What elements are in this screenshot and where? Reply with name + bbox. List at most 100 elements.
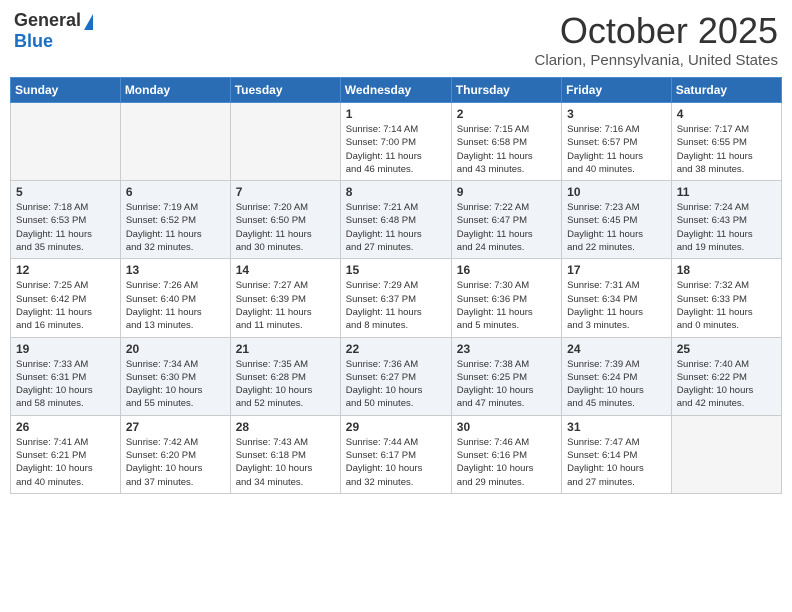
page-header: General Blue October 2025 Clarion, Penns… bbox=[10, 10, 782, 69]
calendar-day: 14 Sunrise: 7:27 AMSunset: 6:39 PMDayligh… bbox=[230, 259, 340, 337]
calendar-day bbox=[230, 103, 340, 181]
weekday-header-wednesday: Wednesday bbox=[340, 78, 451, 103]
day-number: 9 bbox=[457, 185, 556, 199]
day-info: Sunrise: 7:18 AMSunset: 6:53 PMDaylight:… bbox=[16, 201, 115, 254]
calendar-day: 3 Sunrise: 7:16 AMSunset: 6:57 PMDaylight… bbox=[562, 103, 672, 181]
calendar-day bbox=[11, 103, 121, 181]
day-number: 26 bbox=[16, 420, 115, 434]
calendar-day: 27 Sunrise: 7:42 AMSunset: 6:20 PMDayligh… bbox=[120, 415, 230, 493]
calendar-day: 12 Sunrise: 7:25 AMSunset: 6:42 PMDayligh… bbox=[11, 259, 121, 337]
calendar-day: 7 Sunrise: 7:20 AMSunset: 6:50 PMDaylight… bbox=[230, 181, 340, 259]
weekday-header-thursday: Thursday bbox=[451, 78, 561, 103]
day-info: Sunrise: 7:47 AMSunset: 6:14 PMDaylight:… bbox=[567, 436, 666, 489]
day-number: 13 bbox=[126, 263, 225, 277]
day-info: Sunrise: 7:36 AMSunset: 6:27 PMDaylight:… bbox=[346, 358, 446, 411]
calendar-day: 24 Sunrise: 7:39 AMSunset: 6:24 PMDayligh… bbox=[562, 337, 672, 415]
day-info: Sunrise: 7:32 AMSunset: 6:33 PMDaylight:… bbox=[677, 279, 776, 332]
calendar-table: SundayMondayTuesdayWednesdayThursdayFrid… bbox=[10, 77, 782, 494]
day-number: 22 bbox=[346, 342, 446, 356]
day-number: 27 bbox=[126, 420, 225, 434]
calendar-day: 29Sunrise: 7:44 AMSunset: 6:17 PMDayligh… bbox=[340, 415, 451, 493]
day-number: 1 bbox=[346, 107, 446, 121]
calendar-day: 16Sunrise: 7:30 AMSunset: 6:36 PMDayligh… bbox=[451, 259, 561, 337]
day-number: 5 bbox=[16, 185, 115, 199]
day-number: 19 bbox=[16, 342, 115, 356]
day-number: 10 bbox=[567, 185, 666, 199]
day-info: Sunrise: 7:22 AMSunset: 6:47 PMDaylight:… bbox=[457, 201, 556, 254]
calendar-day: 2 Sunrise: 7:15 AMSunset: 6:58 PMDaylight… bbox=[451, 103, 561, 181]
day-number: 21 bbox=[236, 342, 335, 356]
day-info: Sunrise: 7:20 AMSunset: 6:50 PMDaylight:… bbox=[236, 201, 335, 254]
day-info: Sunrise: 7:19 AMSunset: 6:52 PMDaylight:… bbox=[126, 201, 225, 254]
calendar-day: 5 Sunrise: 7:18 AMSunset: 6:53 PMDaylight… bbox=[11, 181, 121, 259]
calendar-day: 18 Sunrise: 7:32 AMSunset: 6:33 PMDayligh… bbox=[671, 259, 781, 337]
weekday-header-row: SundayMondayTuesdayWednesdayThursdayFrid… bbox=[11, 78, 782, 103]
day-info: Sunrise: 7:42 AMSunset: 6:20 PMDaylight:… bbox=[126, 436, 225, 489]
weekday-header-friday: Friday bbox=[562, 78, 672, 103]
day-number: 14 bbox=[236, 263, 335, 277]
day-number: 7 bbox=[236, 185, 335, 199]
day-number: 15 bbox=[346, 263, 446, 277]
day-info: Sunrise: 7:24 AMSunset: 6:43 PMDaylight:… bbox=[677, 201, 776, 254]
calendar-day: 21 Sunrise: 7:35 AMSunset: 6:28 PMDayligh… bbox=[230, 337, 340, 415]
day-number: 3 bbox=[567, 107, 666, 121]
weekday-header-tuesday: Tuesday bbox=[230, 78, 340, 103]
day-info: Sunrise: 7:46 AMSunset: 6:16 PMDaylight:… bbox=[457, 436, 556, 489]
weekday-header-saturday: Saturday bbox=[671, 78, 781, 103]
day-number: 23 bbox=[457, 342, 556, 356]
calendar-day bbox=[120, 103, 230, 181]
day-number: 25 bbox=[677, 342, 776, 356]
calendar-day: 26Sunrise: 7:41 AMSunset: 6:21 PMDayligh… bbox=[11, 415, 121, 493]
day-number: 17 bbox=[567, 263, 666, 277]
day-number: 20 bbox=[126, 342, 225, 356]
day-info: Sunrise: 7:27 AMSunset: 6:39 PMDaylight:… bbox=[236, 279, 335, 332]
calendar-day: 15 Sunrise: 7:29 AMSunset: 6:37 PMDayligh… bbox=[340, 259, 451, 337]
day-number: 30 bbox=[457, 420, 556, 434]
logo: General Blue bbox=[14, 10, 93, 52]
calendar-day: 19 Sunrise: 7:33 AMSunset: 6:31 PMDayligh… bbox=[11, 337, 121, 415]
day-info: Sunrise: 7:31 AMSunset: 6:34 PMDaylight:… bbox=[567, 279, 666, 332]
calendar-day: 9 Sunrise: 7:22 AMSunset: 6:47 PMDaylight… bbox=[451, 181, 561, 259]
calendar-week-5: 26Sunrise: 7:41 AMSunset: 6:21 PMDayligh… bbox=[11, 415, 782, 493]
day-info: Sunrise: 7:17 AMSunset: 6:55 PMDaylight:… bbox=[677, 123, 776, 176]
calendar-day: 6 Sunrise: 7:19 AMSunset: 6:52 PMDaylight… bbox=[120, 181, 230, 259]
day-info: Sunrise: 7:34 AMSunset: 6:30 PMDaylight:… bbox=[126, 358, 225, 411]
day-number: 24 bbox=[567, 342, 666, 356]
day-info: Sunrise: 7:40 AMSunset: 6:22 PMDaylight:… bbox=[677, 358, 776, 411]
day-info: Sunrise: 7:35 AMSunset: 6:28 PMDaylight:… bbox=[236, 358, 335, 411]
day-info: Sunrise: 7:39 AMSunset: 6:24 PMDaylight:… bbox=[567, 358, 666, 411]
day-number: 29 bbox=[346, 420, 446, 434]
logo-blue: Blue bbox=[14, 31, 53, 51]
day-info: Sunrise: 7:29 AMSunset: 6:37 PMDaylight:… bbox=[346, 279, 446, 332]
day-number: 28 bbox=[236, 420, 335, 434]
day-number: 2 bbox=[457, 107, 556, 121]
day-info: Sunrise: 7:43 AMSunset: 6:18 PMDaylight:… bbox=[236, 436, 335, 489]
calendar-day: 8 Sunrise: 7:21 AMSunset: 6:48 PMDaylight… bbox=[340, 181, 451, 259]
calendar-week-4: 19 Sunrise: 7:33 AMSunset: 6:31 PMDayligh… bbox=[11, 337, 782, 415]
weekday-header-monday: Monday bbox=[120, 78, 230, 103]
day-info: Sunrise: 7:14 AMSunset: 7:00 PMDaylight:… bbox=[346, 123, 446, 176]
calendar-day bbox=[671, 415, 781, 493]
day-info: Sunrise: 7:23 AMSunset: 6:45 PMDaylight:… bbox=[567, 201, 666, 254]
day-info: Sunrise: 7:15 AMSunset: 6:58 PMDaylight:… bbox=[457, 123, 556, 176]
location: Clarion, Pennsylvania, United States bbox=[535, 52, 778, 69]
day-info: Sunrise: 7:33 AMSunset: 6:31 PMDaylight:… bbox=[16, 358, 115, 411]
calendar-week-3: 12 Sunrise: 7:25 AMSunset: 6:42 PMDayligh… bbox=[11, 259, 782, 337]
day-number: 18 bbox=[677, 263, 776, 277]
calendar-day: 22 Sunrise: 7:36 AMSunset: 6:27 PMDayligh… bbox=[340, 337, 451, 415]
calendar-day: 28 Sunrise: 7:43 AMSunset: 6:18 PMDayligh… bbox=[230, 415, 340, 493]
calendar-day: 31 Sunrise: 7:47 AMSunset: 6:14 PMDayligh… bbox=[562, 415, 672, 493]
day-info: Sunrise: 7:25 AMSunset: 6:42 PMDaylight:… bbox=[16, 279, 115, 332]
calendar-day: 17 Sunrise: 7:31 AMSunset: 6:34 PMDayligh… bbox=[562, 259, 672, 337]
logo-triangle bbox=[84, 14, 93, 30]
day-number: 8 bbox=[346, 185, 446, 199]
day-info: Sunrise: 7:16 AMSunset: 6:57 PMDaylight:… bbox=[567, 123, 666, 176]
day-number: 6 bbox=[126, 185, 225, 199]
day-info: Sunrise: 7:21 AMSunset: 6:48 PMDaylight:… bbox=[346, 201, 446, 254]
day-number: 11 bbox=[677, 185, 776, 199]
calendar-day: 13Sunrise: 7:26 AMSunset: 6:40 PMDayligh… bbox=[120, 259, 230, 337]
day-number: 31 bbox=[567, 420, 666, 434]
day-number: 12 bbox=[16, 263, 115, 277]
logo-general: General bbox=[14, 10, 81, 31]
title-block: October 2025 Clarion, Pennsylvania, Unit… bbox=[535, 10, 778, 69]
